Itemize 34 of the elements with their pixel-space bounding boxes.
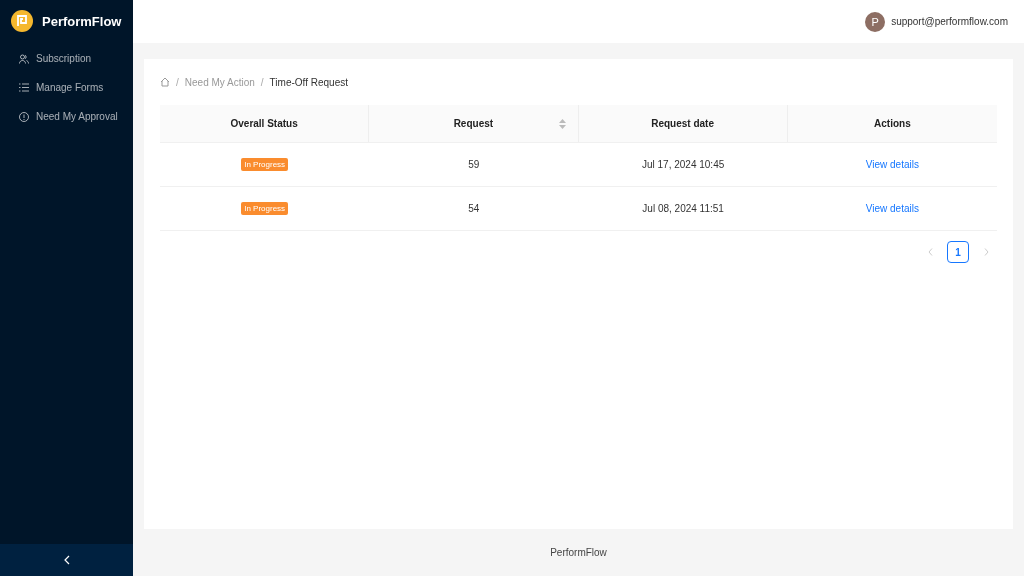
sort-icon[interactable] — [558, 118, 566, 129]
table-cell: 59 — [468, 159, 480, 170]
column-header: Overall Status — [230, 118, 298, 129]
footer-text: PerformFlow — [550, 547, 607, 558]
breadcrumb-separator: / — [176, 76, 179, 88]
status-tag: In Progress — [241, 158, 289, 171]
list-icon — [19, 83, 29, 92]
chevron-left-icon — [63, 555, 70, 565]
app-name: PerformFlow — [42, 13, 122, 29]
table-cell: Jul 08, 2024 11:51 — [642, 203, 724, 214]
collapse-button[interactable] — [0, 544, 133, 576]
breadcrumb-item: Time-Off Request — [269, 76, 348, 88]
column-header: Request date — [651, 118, 714, 129]
user-email: support@performflow.com — [891, 16, 1008, 27]
column-header[interactable]: Request — [453, 118, 494, 129]
chevron-left-icon — [927, 248, 933, 256]
breadcrumb-separator: / — [260, 76, 264, 88]
home-icon[interactable] — [160, 77, 170, 87]
user-avatar[interactable]: P — [865, 11, 886, 32]
logo-icon — [11, 10, 33, 32]
column-header: Actions — [874, 118, 911, 129]
users-icon — [19, 53, 29, 64]
sidebar-item[interactable]: Subscription — [0, 44, 133, 73]
view-details-link[interactable]: View details — [865, 159, 919, 170]
page-button[interactable]: 1 — [947, 241, 969, 263]
view-details-link[interactable]: View details — [865, 203, 919, 214]
chevron-right-icon — [983, 248, 989, 256]
sidebar-item[interactable]: Manage Forms — [0, 73, 133, 102]
status-tag: In Progress — [241, 202, 289, 215]
table-cell: Jul 17, 2024 10:45 — [641, 159, 725, 170]
sidebar-item[interactable]: Need My Approval — [0, 102, 133, 131]
breadcrumb-item[interactable]: Need My Action — [184, 76, 255, 88]
table-cell: 54 — [468, 203, 480, 214]
info-icon — [19, 111, 29, 122]
